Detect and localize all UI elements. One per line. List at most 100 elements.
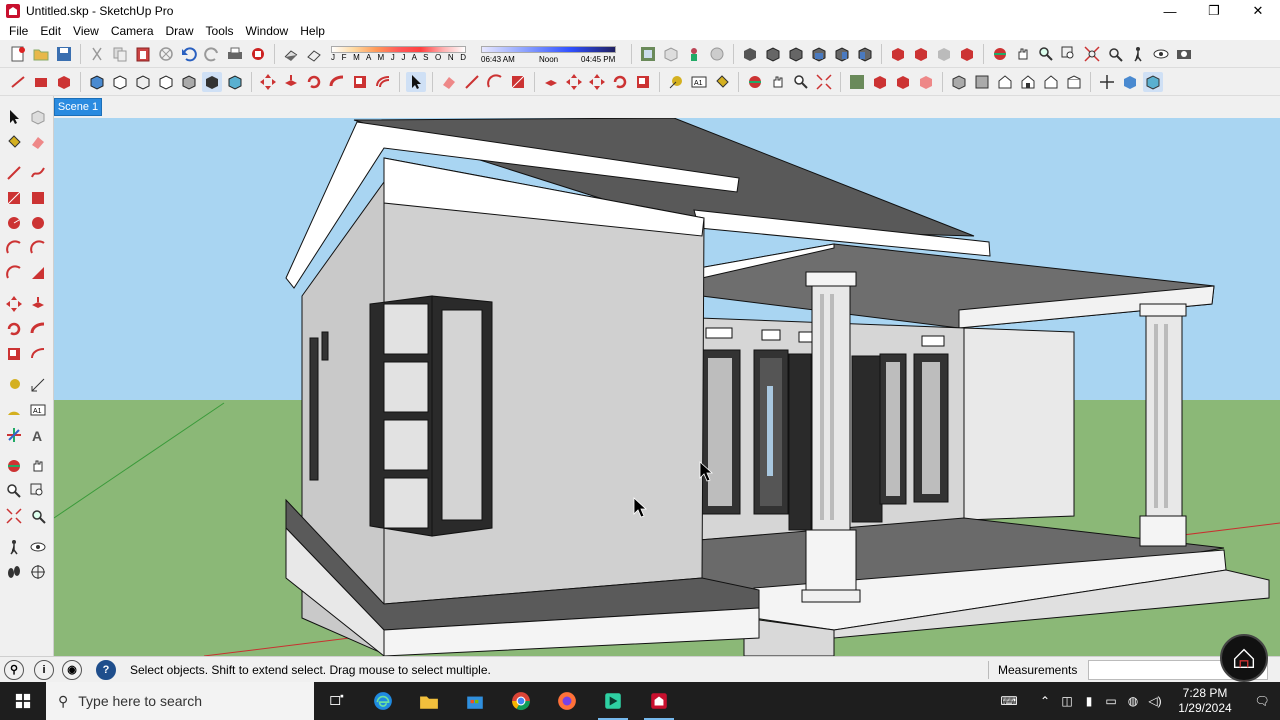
- push-pull-left-icon[interactable]: [27, 293, 49, 315]
- face-style-hidden-icon[interactable]: [133, 72, 153, 92]
- previous-view-icon[interactable]: [1105, 44, 1125, 64]
- position-camera-icon[interactable]: [1174, 44, 1194, 64]
- face-style-wire-icon[interactable]: [110, 72, 130, 92]
- fog-icon[interactable]: [304, 44, 324, 64]
- firefox-icon[interactable]: [544, 682, 590, 720]
- front-view-icon[interactable]: [995, 72, 1015, 92]
- notifications-icon[interactable]: 🗨: [1244, 682, 1280, 720]
- dimension-icon[interactable]: [27, 374, 49, 396]
- make-component-icon[interactable]: [27, 106, 49, 128]
- scale-tool-icon[interactable]: [633, 72, 653, 92]
- eraser-tool-icon[interactable]: [27, 131, 49, 153]
- tape-measure-left-icon[interactable]: [3, 374, 25, 396]
- zoom-left-icon[interactable]: [3, 480, 25, 502]
- pan-tool-icon[interactable]: [768, 72, 788, 92]
- maximize-button[interactable]: ❐: [1192, 0, 1236, 22]
- arc-tool-icon[interactable]: [485, 72, 505, 92]
- materials-panel-icon[interactable]: [893, 72, 913, 92]
- axes-left-icon[interactable]: [3, 424, 25, 446]
- outliner-icon[interactable]: [1143, 71, 1163, 92]
- views-right-icon[interactable]: [832, 44, 852, 64]
- redo-icon[interactable]: [202, 44, 222, 64]
- menu-window[interactable]: Window: [240, 24, 295, 38]
- eraser-icon[interactable]: [439, 72, 459, 92]
- share-component-icon[interactable]: [684, 44, 704, 64]
- two-point-arc-icon[interactable]: [27, 237, 49, 259]
- text-tool-icon[interactable]: A1: [689, 72, 709, 92]
- move-left-icon[interactable]: [3, 293, 25, 315]
- pie-icon[interactable]: [27, 262, 49, 284]
- network-icon[interactable]: ◍: [1122, 682, 1144, 720]
- views-front-icon[interactable]: [809, 44, 829, 64]
- style-shaded-icon[interactable]: [957, 44, 977, 64]
- copy-icon[interactable]: [110, 44, 130, 64]
- zoom-extents-left-icon[interactable]: [3, 505, 25, 527]
- sketchup-taskbar-icon[interactable]: [636, 682, 682, 720]
- iso-view-icon[interactable]: [949, 72, 969, 92]
- menu-help[interactable]: Help: [294, 24, 331, 38]
- follow-me-left-icon[interactable]: [27, 318, 49, 340]
- microphone-icon[interactable]: ▮: [1078, 682, 1100, 720]
- offset-icon[interactable]: [373, 72, 393, 92]
- task-view-icon[interactable]: [314, 682, 360, 720]
- component-icon[interactable]: [740, 44, 760, 64]
- scale-left-icon[interactable]: [3, 343, 25, 365]
- views-top-icon[interactable]: [786, 44, 806, 64]
- walk-left-icon[interactable]: [3, 561, 25, 583]
- cut-icon[interactable]: [87, 44, 107, 64]
- style-xray-icon[interactable]: [888, 44, 908, 64]
- geo-location-icon[interactable]: [638, 44, 658, 64]
- erase-icon[interactable]: [156, 44, 176, 64]
- styles-panel-icon[interactable]: [916, 72, 936, 92]
- views-back-icon[interactable]: [855, 44, 875, 64]
- back-view-icon[interactable]: [1041, 72, 1061, 92]
- walk-icon[interactable]: [1128, 44, 1148, 64]
- solid-tools-icon[interactable]: [54, 72, 74, 92]
- model-info-icon[interactable]: [248, 44, 268, 64]
- text-left-icon[interactable]: A1: [27, 399, 49, 421]
- menu-draw[interactable]: Draw: [160, 24, 200, 38]
- zoom-window-icon[interactable]: [1059, 44, 1079, 64]
- face-style-monochrome-icon[interactable]: [202, 71, 222, 92]
- microsoft-store-icon[interactable]: [452, 682, 498, 720]
- section-plane-left-icon[interactable]: [27, 561, 49, 583]
- look-around-left-icon[interactable]: [27, 536, 49, 558]
- battery-icon[interactable]: ▭: [1100, 682, 1122, 720]
- freehand-icon[interactable]: [27, 162, 49, 184]
- orbit-icon[interactable]: [745, 72, 765, 92]
- edge-browser-icon[interactable]: [360, 682, 406, 720]
- rotate-tool-icon[interactable]: [610, 72, 630, 92]
- rectangle-icon[interactable]: [3, 187, 25, 209]
- chrome-icon[interactable]: [498, 682, 544, 720]
- menu-file[interactable]: File: [3, 24, 34, 38]
- file-explorer-icon[interactable]: [406, 682, 452, 720]
- scale-icon[interactable]: [350, 72, 370, 92]
- time-slider[interactable]: [481, 45, 616, 53]
- scenes-icon[interactable]: [31, 72, 51, 92]
- menu-view[interactable]: View: [67, 24, 105, 38]
- close-button[interactable]: ✕: [1236, 0, 1280, 22]
- three-point-arc-icon[interactable]: [3, 262, 25, 284]
- zoom-icon[interactable]: [1036, 44, 1056, 64]
- offset-left-icon[interactable]: [27, 343, 49, 365]
- axes-icon[interactable]: [1097, 72, 1117, 92]
- push-pull-tool-icon[interactable]: [541, 72, 561, 92]
- save-icon[interactable]: [54, 44, 74, 64]
- views-iso-icon[interactable]: [763, 44, 783, 64]
- circle-icon[interactable]: [3, 212, 25, 234]
- polygon-icon[interactable]: [27, 212, 49, 234]
- open-file-icon[interactable]: [31, 44, 51, 64]
- previous-left-icon[interactable]: [27, 505, 49, 527]
- zoom-window-left-icon[interactable]: [27, 480, 49, 502]
- tape-measure-icon[interactable]: [666, 72, 686, 92]
- date-slider[interactable]: [331, 45, 466, 53]
- paint-bucket-tool-icon[interactable]: [3, 131, 25, 153]
- pan-left-icon[interactable]: [27, 455, 49, 477]
- filmora-icon[interactable]: [590, 682, 636, 720]
- style-wireframe-icon[interactable]: [934, 44, 954, 64]
- 3d-warehouse-icon[interactable]: [661, 44, 681, 64]
- undo-icon[interactable]: [179, 44, 199, 64]
- zoom-extents-tool-icon[interactable]: [814, 72, 834, 92]
- arc-icon[interactable]: [3, 237, 25, 259]
- volume-icon[interactable]: ◁): [1144, 682, 1166, 720]
